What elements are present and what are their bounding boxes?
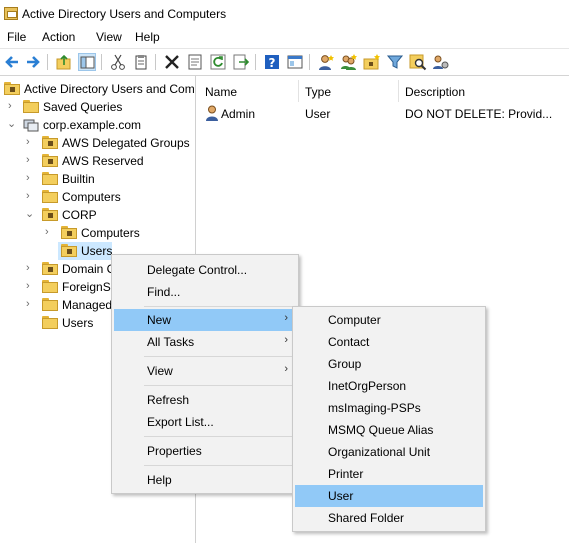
folder-icon bbox=[42, 298, 58, 311]
chevron-right-icon[interactable]: › bbox=[26, 136, 36, 148]
title-bar: Active Directory Users and Computers bbox=[0, 0, 569, 28]
menu-item-find[interactable]: Find... bbox=[114, 281, 296, 303]
copy-icon[interactable] bbox=[132, 53, 150, 71]
menu-item-export-list[interactable]: Export List... bbox=[114, 411, 296, 433]
tree-item-corp-computers[interactable]: › Computers bbox=[0, 224, 195, 242]
menu-item-all-tasks[interactable]: All Tasks › bbox=[114, 331, 296, 353]
row-type: User bbox=[305, 107, 331, 121]
console-icon[interactable] bbox=[286, 53, 304, 71]
chevron-down-icon[interactable]: ⌄ bbox=[7, 118, 17, 130]
folder-icon bbox=[42, 316, 58, 329]
tree-item-aws-reserved[interactable]: › AWS Reserved bbox=[0, 152, 195, 170]
folder-icon bbox=[42, 190, 58, 203]
show-hide-tree-icon[interactable] bbox=[78, 53, 96, 71]
ou-folder-icon bbox=[42, 208, 58, 221]
submenu-item-inetorgperson[interactable]: InetOrgPerson bbox=[295, 375, 483, 397]
row-name: Admin bbox=[221, 107, 256, 121]
back-icon[interactable] bbox=[3, 53, 21, 71]
tree-item-saved-queries[interactable]: › Saved Queries bbox=[0, 98, 195, 116]
delete-icon[interactable] bbox=[163, 53, 181, 71]
chevron-down-icon[interactable]: ⌄ bbox=[25, 208, 35, 220]
properties-icon[interactable] bbox=[186, 53, 204, 71]
delegate-icon[interactable] bbox=[432, 53, 450, 71]
menu-item-help[interactable]: Help bbox=[114, 469, 296, 491]
submenu-item-computer[interactable]: Computer bbox=[295, 309, 483, 331]
submenu-item-printer[interactable]: Printer bbox=[295, 463, 483, 485]
menu-view[interactable]: View bbox=[96, 30, 122, 44]
export-icon[interactable] bbox=[232, 53, 250, 71]
folder-icon bbox=[42, 280, 58, 293]
toolbar: ? bbox=[0, 48, 569, 76]
ou-folder-icon bbox=[42, 262, 58, 275]
submenu-item-user[interactable]: User bbox=[295, 485, 483, 507]
submenu-arrow-icon: › bbox=[284, 312, 288, 324]
new-user-icon[interactable] bbox=[317, 53, 335, 71]
menu-item-delegate-control[interactable]: Delegate Control... bbox=[114, 259, 296, 281]
user-icon bbox=[205, 105, 219, 124]
submenu-arrow-icon: › bbox=[284, 363, 288, 375]
chevron-right-icon[interactable]: › bbox=[26, 154, 36, 166]
refresh-icon[interactable] bbox=[209, 53, 227, 71]
up-folder-icon[interactable] bbox=[55, 53, 73, 71]
window-title: Active Directory Users and Computers bbox=[22, 7, 227, 21]
svg-text:?: ? bbox=[269, 56, 276, 70]
new-ou-icon[interactable] bbox=[363, 53, 381, 71]
tree-item-computers[interactable]: › Computers bbox=[0, 188, 195, 206]
table-row[interactable]: Admin User DO NOT DELETE: Provid... bbox=[197, 104, 569, 122]
aduc-app-icon bbox=[4, 7, 18, 20]
menu-file[interactable]: File bbox=[7, 30, 26, 44]
menu-item-new[interactable]: New › bbox=[114, 309, 296, 331]
submenu-item-msmq-queue-alias[interactable]: MSMQ Queue Alias bbox=[295, 419, 483, 441]
menu-help[interactable]: Help bbox=[135, 30, 160, 44]
list-header: Name Type Description bbox=[197, 76, 569, 104]
chevron-right-icon[interactable]: › bbox=[8, 100, 18, 112]
menu-item-refresh[interactable]: Refresh bbox=[114, 389, 296, 411]
chevron-right-icon[interactable]: › bbox=[26, 262, 36, 274]
chevron-right-icon[interactable]: › bbox=[45, 226, 55, 238]
tree-root[interactable]: Active Directory Users and Com bbox=[0, 80, 195, 98]
folder-icon bbox=[42, 172, 58, 185]
submenu-item-msimaging-psps[interactable]: msImaging-PSPs bbox=[295, 397, 483, 419]
chevron-right-icon[interactable]: › bbox=[26, 298, 36, 310]
folder-icon bbox=[23, 100, 39, 113]
tree-item-aws-delegated-groups[interactable]: › AWS Delegated Groups bbox=[0, 134, 195, 152]
help-icon[interactable]: ? bbox=[263, 53, 281, 71]
forward-icon[interactable] bbox=[24, 53, 42, 71]
tree-item-builtin[interactable]: › Builtin bbox=[0, 170, 195, 188]
tree-item-corp[interactable]: ⌄ CORP bbox=[0, 206, 195, 224]
submenu-arrow-icon: › bbox=[284, 334, 288, 346]
new-submenu: Computer Contact Group InetOrgPerson msI… bbox=[292, 306, 486, 532]
ou-folder-icon bbox=[42, 154, 58, 167]
menu-action[interactable]: Action bbox=[42, 30, 75, 44]
tree-item-domain[interactable]: ⌄ corp.example.com bbox=[0, 116, 195, 134]
ou-folder-icon bbox=[61, 226, 77, 239]
column-divider[interactable] bbox=[298, 80, 299, 102]
column-header-type[interactable]: Type bbox=[305, 85, 331, 99]
domain-icon bbox=[23, 118, 39, 132]
filter-icon[interactable] bbox=[386, 53, 404, 71]
ou-folder-icon bbox=[42, 136, 58, 149]
submenu-item-group[interactable]: Group bbox=[295, 353, 483, 375]
chevron-right-icon[interactable]: › bbox=[26, 172, 36, 184]
chevron-right-icon[interactable]: › bbox=[26, 280, 36, 292]
menu-item-properties[interactable]: Properties bbox=[114, 440, 296, 462]
column-header-description[interactable]: Description bbox=[405, 85, 465, 99]
find-icon[interactable] bbox=[409, 53, 427, 71]
submenu-item-organizational-unit[interactable]: Organizational Unit bbox=[295, 441, 483, 463]
row-description: DO NOT DELETE: Provid... bbox=[405, 107, 553, 121]
context-menu: Delegate Control... Find... New › All Tas… bbox=[111, 254, 299, 494]
menu-bar: File Action View Help bbox=[0, 28, 569, 47]
cut-icon[interactable] bbox=[109, 53, 127, 71]
column-header-name[interactable]: Name bbox=[205, 85, 237, 99]
menu-item-view[interactable]: View › bbox=[114, 360, 296, 382]
ou-folder-icon bbox=[61, 244, 77, 257]
tree-item-corp-users[interactable]: Users bbox=[58, 242, 112, 260]
column-divider[interactable] bbox=[398, 80, 399, 102]
aduc-root-icon bbox=[4, 82, 20, 95]
new-group-icon[interactable] bbox=[340, 53, 358, 71]
submenu-item-shared-folder[interactable]: Shared Folder bbox=[295, 507, 483, 529]
chevron-right-icon[interactable]: › bbox=[26, 190, 36, 202]
submenu-item-contact[interactable]: Contact bbox=[295, 331, 483, 353]
